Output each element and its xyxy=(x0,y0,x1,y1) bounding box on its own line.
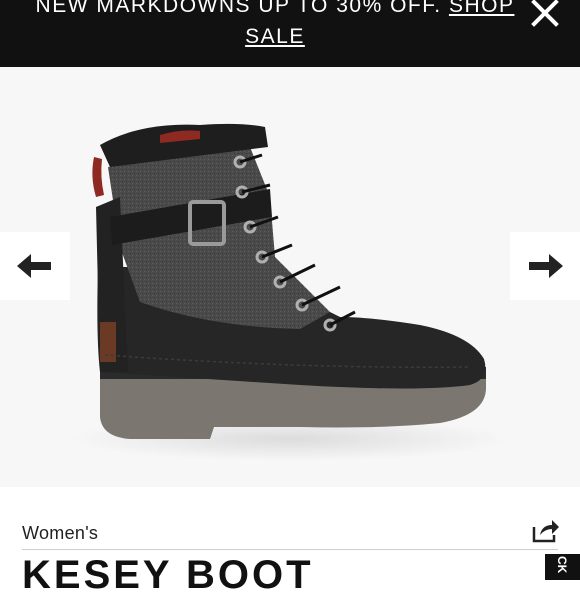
divider xyxy=(22,549,558,550)
share-icon xyxy=(532,520,559,543)
share-button[interactable] xyxy=(532,517,560,543)
arrow-left-icon xyxy=(17,254,51,278)
promo-message: NEW MARKDOWNS UP TO 30% OFF. xyxy=(35,0,442,17)
product-title: KESEY BOOT xyxy=(22,553,314,597)
product-category: Women's xyxy=(22,523,99,543)
previous-image-button[interactable] xyxy=(0,232,70,300)
product-gallery[interactable] xyxy=(0,67,580,487)
promo-text: NEW MARKDOWNS UP TO 30% OFF. SHOP SALE xyxy=(30,0,520,52)
side-tab-label: CK xyxy=(555,556,569,574)
arrow-right-icon xyxy=(529,254,563,278)
close-icon xyxy=(531,0,559,27)
next-image-button[interactable] xyxy=(510,232,580,300)
side-feedback-tab[interactable]: CK xyxy=(545,554,580,580)
product-info: Women's KESEY BOOT xyxy=(0,487,580,597)
promo-banner: NEW MARKDOWNS UP TO 30% OFF. SHOP SALE xyxy=(0,0,580,67)
product-image xyxy=(70,123,510,461)
close-button[interactable] xyxy=(528,0,562,30)
